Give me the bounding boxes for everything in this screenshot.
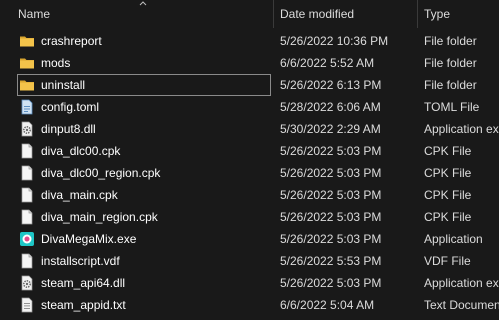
date-modified-column-header[interactable]: Date modified: [280, 0, 354, 28]
column-divider[interactable]: [417, 0, 418, 28]
file-date-modified: 5/26/2022 5:03 PM: [280, 188, 382, 202]
file-date-modified: 5/30/2022 2:29 AM: [280, 122, 381, 136]
file-date-modified: 5/26/2022 5:03 PM: [280, 210, 382, 224]
file-date-modified: 5/28/2022 6:06 AM: [280, 100, 381, 114]
file-row[interactable]: steam_appid.txt 6/6/2022 5:04 AM Text Docu…: [0, 294, 499, 316]
dll-gear-icon: [19, 275, 35, 291]
file-date-modified: 5/26/2022 5:03 PM: [280, 166, 382, 180]
file-row[interactable]: installscript.vdf 5/26/2022 5:53 PM VDF Fi…: [0, 250, 499, 272]
type-column-header[interactable]: Type: [424, 0, 450, 28]
file-row[interactable]: diva_dlc00.cpk 5/26/2022 5:03 PM CPK File: [0, 140, 499, 162]
blank-file-icon: [19, 165, 35, 181]
column-divider[interactable]: [273, 0, 274, 28]
file-name: dinput8.dll: [41, 122, 96, 136]
file-row[interactable]: diva_main.cpk 5/26/2022 5:03 PM CPK File: [0, 184, 499, 206]
file-name: diva_main.cpk: [41, 188, 118, 202]
file-name: diva_dlc00_region.cpk: [41, 166, 161, 180]
file-row[interactable]: DivaMegaMix.exe 5/26/2022 5:03 PM Applicat…: [0, 228, 499, 250]
text-file-icon: [19, 297, 35, 313]
file-type: File folder: [424, 56, 477, 70]
file-list: crashreport 5/26/2022 10:36 PM File folder…: [0, 30, 499, 316]
file-type: Application: [424, 232, 483, 246]
file-row[interactable]: diva_main_region.cpk 5/26/2022 5:03 PM CPK…: [0, 206, 499, 228]
file-name-cell[interactable]: crashreport: [17, 30, 271, 52]
file-row[interactable]: diva_dlc00_region.cpk 5/26/2022 5:03 PM CP…: [0, 162, 499, 184]
folder-icon: [19, 55, 35, 71]
file-row[interactable]: steam_api64.dll 5/26/2022 5:03 PM Applicat…: [0, 272, 499, 294]
file-row[interactable]: dinput8.dll 5/30/2022 2:29 AM Application …: [0, 118, 499, 140]
file-name-cell[interactable]: config.toml: [17, 96, 271, 118]
file-name: steam_appid.txt: [41, 298, 126, 312]
file-name-cell[interactable]: diva_dlc00_region.cpk: [17, 162, 271, 184]
file-name-cell[interactable]: uninstall: [17, 74, 271, 96]
file-row[interactable]: uninstall 5/26/2022 6:13 PM File folder: [0, 74, 499, 96]
file-type: CPK File: [424, 188, 472, 202]
file-type: VDF File: [424, 254, 471, 268]
file-row[interactable]: crashreport 5/26/2022 10:36 PM File folder: [0, 30, 499, 52]
file-date-modified: 5/26/2022 5:03 PM: [280, 232, 382, 246]
file-row[interactable]: config.toml 5/28/2022 6:06 AM TOML File: [0, 96, 499, 118]
file-row[interactable]: mods 6/6/2022 5:52 AM File folder: [0, 52, 499, 74]
file-date-modified: 6/6/2022 5:52 AM: [280, 56, 375, 70]
file-name-cell[interactable]: steam_appid.txt: [17, 294, 271, 316]
file-type: File folder: [424, 34, 477, 48]
file-name: installscript.vdf: [41, 254, 120, 268]
file-date-modified: 5/26/2022 5:53 PM: [280, 254, 382, 268]
file-date-modified: 5/26/2022 10:36 PM: [280, 34, 389, 48]
file-date-modified: 6/6/2022 5:04 AM: [280, 298, 375, 312]
blank-file-icon: [19, 253, 35, 269]
file-name-cell[interactable]: installscript.vdf: [17, 250, 271, 272]
file-name: DivaMegaMix.exe: [41, 232, 137, 246]
file-date-modified: 5/26/2022 5:03 PM: [280, 144, 382, 158]
file-name-cell[interactable]: diva_dlc00.cpk: [17, 140, 271, 162]
column-header-bar: Name Date modified Type: [0, 0, 499, 28]
folder-icon: [19, 77, 35, 93]
blank-file-icon: [19, 143, 35, 159]
file-name-cell[interactable]: diva_main.cpk: [17, 184, 271, 206]
file-name: crashreport: [41, 34, 102, 48]
file-name-cell[interactable]: dinput8.dll: [17, 118, 271, 140]
file-type: CPK File: [424, 210, 472, 224]
dll-gear-icon: [19, 121, 35, 137]
file-type: CPK File: [424, 144, 472, 158]
folder-icon: [19, 33, 35, 49]
file-name: mods: [41, 56, 71, 70]
name-column-header[interactable]: Name: [18, 0, 50, 28]
file-name-cell[interactable]: mods: [17, 52, 271, 74]
file-name-cell[interactable]: diva_main_region.cpk: [17, 206, 271, 228]
divamegamix-app-icon: [19, 231, 35, 247]
file-date-modified: 5/26/2022 6:13 PM: [280, 78, 382, 92]
toml-file-icon: [19, 99, 35, 115]
file-type: TOML File: [424, 100, 480, 114]
file-type: CPK File: [424, 166, 472, 180]
file-name-cell[interactable]: DivaMegaMix.exe: [17, 228, 271, 250]
file-name: steam_api64.dll: [41, 276, 126, 290]
blank-file-icon: [19, 187, 35, 203]
file-name: uninstall: [41, 78, 86, 92]
file-date-modified: 5/26/2022 5:03 PM: [280, 276, 382, 290]
file-name: diva_main_region.cpk: [41, 210, 158, 224]
file-name: diva_dlc00.cpk: [41, 144, 121, 158]
blank-file-icon: [19, 209, 35, 225]
file-type: Application ex: [424, 122, 499, 136]
sort-ascending-icon: [139, 1, 147, 6]
file-type: Application ex: [424, 276, 499, 290]
file-name-cell[interactable]: steam_api64.dll: [17, 272, 271, 294]
file-name: config.toml: [41, 100, 100, 114]
file-type: Text Documen: [424, 298, 499, 312]
file-type: File folder: [424, 78, 477, 92]
